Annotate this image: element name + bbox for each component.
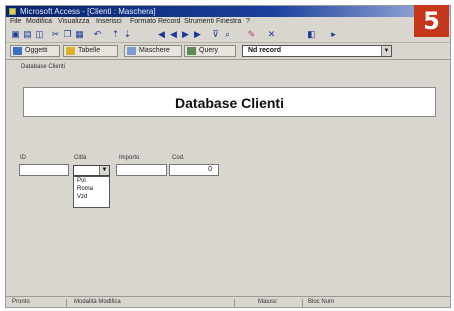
copy-icon[interactable]: ❐ xyxy=(62,29,73,40)
menu-item-help[interactable]: ? xyxy=(246,17,250,27)
dropdown-option[interactable]: Roma xyxy=(74,185,109,193)
dropdown-option[interactable]: Vzd xyxy=(74,193,109,201)
dropdown-option[interactable]: Pol xyxy=(74,177,109,185)
preview-icon[interactable]: ◫ xyxy=(34,29,45,40)
delete-record-icon[interactable]: ✕ xyxy=(266,29,277,40)
app-icon xyxy=(9,8,16,15)
status-separator xyxy=(234,299,235,307)
amount-label: Cod. xyxy=(172,155,185,161)
form-area: Database Clienti Database Clienti ID Cit… xyxy=(6,60,450,296)
menu-item-view[interactable]: Visualizza xyxy=(58,17,89,27)
amount-field[interactable]: 0 xyxy=(169,164,219,176)
status-mode: Modalità Modifica xyxy=(74,299,121,305)
tab-objects-label: Oggetti xyxy=(25,47,48,54)
tables-icon xyxy=(66,47,75,55)
tab-queries[interactable]: Query xyxy=(184,45,236,57)
queries-icon xyxy=(187,47,196,55)
status-bar: Pronto Modalità Modifica Maiusc Bloc Num xyxy=(6,296,450,307)
tab-tables-label: Tabelle xyxy=(78,47,101,54)
status-caps: Maiusc xyxy=(258,299,278,305)
sort-asc-icon[interactable]: ⇡ xyxy=(110,29,121,40)
objects-icon xyxy=(13,47,22,55)
city-dropdown[interactable]: ▼ xyxy=(73,165,110,176)
menu-item-edit[interactable]: Modifica xyxy=(26,17,52,27)
chevron-down-icon[interactable]: ▼ xyxy=(381,46,391,56)
tab-objects[interactable]: Oggetti xyxy=(10,45,60,57)
title-bar: Microsoft Access - [Clienti : Maschera] xyxy=(6,6,450,17)
cut-icon[interactable]: ✂ xyxy=(50,29,61,40)
new-record-icon[interactable]: ✎ xyxy=(246,29,257,40)
database-window-icon[interactable]: ◧ xyxy=(306,29,317,40)
next-record-icon[interactable]: ▶ xyxy=(180,29,191,40)
paste-icon[interactable]: ▦ xyxy=(74,29,85,40)
record-combo-value: Nd record xyxy=(248,47,282,54)
menu-item-insert[interactable]: Inserisci xyxy=(96,17,122,27)
id-field[interactable] xyxy=(19,164,69,176)
window-title: Microsoft Access - [Clienti : Maschera] xyxy=(20,7,156,16)
code-label: Importo xyxy=(119,155,140,161)
chevron-down-icon[interactable]: ▼ xyxy=(99,166,109,175)
step-number-badge: 5 xyxy=(414,5,449,37)
status-text: Pronto xyxy=(12,299,30,305)
filter-icon[interactable]: ⊽ xyxy=(210,29,221,40)
menu-item-window[interactable]: Finestra xyxy=(216,17,241,27)
menu-item-tools[interactable]: Strumenti xyxy=(184,17,214,27)
menu-item-format[interactable]: Formato xyxy=(130,17,156,27)
sort-desc-icon[interactable]: ⇣ xyxy=(122,29,133,40)
save-icon[interactable]: ▣ xyxy=(10,29,21,40)
menu-item-record[interactable]: Record xyxy=(158,17,181,27)
form-header: Database Clienti xyxy=(23,87,436,117)
city-dropdown-list: Pol Roma Vzd xyxy=(73,176,110,208)
help-icon[interactable]: ▸ xyxy=(328,29,339,40)
id-label: ID xyxy=(20,155,26,161)
prev-record-icon[interactable]: ◀ xyxy=(168,29,179,40)
last-record-icon[interactable]: ▶ xyxy=(192,29,203,40)
page-title: Database Clienti xyxy=(175,95,284,111)
forms-icon xyxy=(127,47,136,55)
undo-icon[interactable]: ↶ xyxy=(92,29,103,40)
code-field[interactable] xyxy=(116,164,167,176)
status-separator xyxy=(302,299,303,307)
object-toolbar: Oggetti Tabelle Maschere Query Nd record… xyxy=(6,43,450,60)
tab-queries-label: Query xyxy=(199,47,219,54)
status-num: Bloc Num xyxy=(308,299,335,305)
access-window: Microsoft Access - [Clienti : Maschera] … xyxy=(5,5,451,308)
tab-tables[interactable]: Tabelle xyxy=(63,45,118,57)
print-icon[interactable]: ▤ xyxy=(22,29,33,40)
city-label: Città xyxy=(74,155,87,161)
first-record-icon[interactable]: ◀ xyxy=(156,29,167,40)
record-combo[interactable]: Nd record ▼ xyxy=(242,45,392,57)
menu-bar: File Modifica Visualizza Inserisci Forma… xyxy=(6,17,450,27)
menu-item-file[interactable]: File xyxy=(10,17,21,27)
tab-forms-label: Maschere xyxy=(139,47,170,54)
tab-forms[interactable]: Maschere xyxy=(124,45,182,57)
toolbar: ▣ ▤ ◫ ✂ ❐ ▦ ↶ ⇡ ⇣ ◀ ◀ ▶ ▶ ⊽ ⌕ ✎ ✕ ◧ ▸ xyxy=(6,27,450,43)
breadcrumb: Database Clienti xyxy=(21,64,66,70)
status-separator xyxy=(66,299,67,307)
find-icon[interactable]: ⌕ xyxy=(222,29,233,40)
